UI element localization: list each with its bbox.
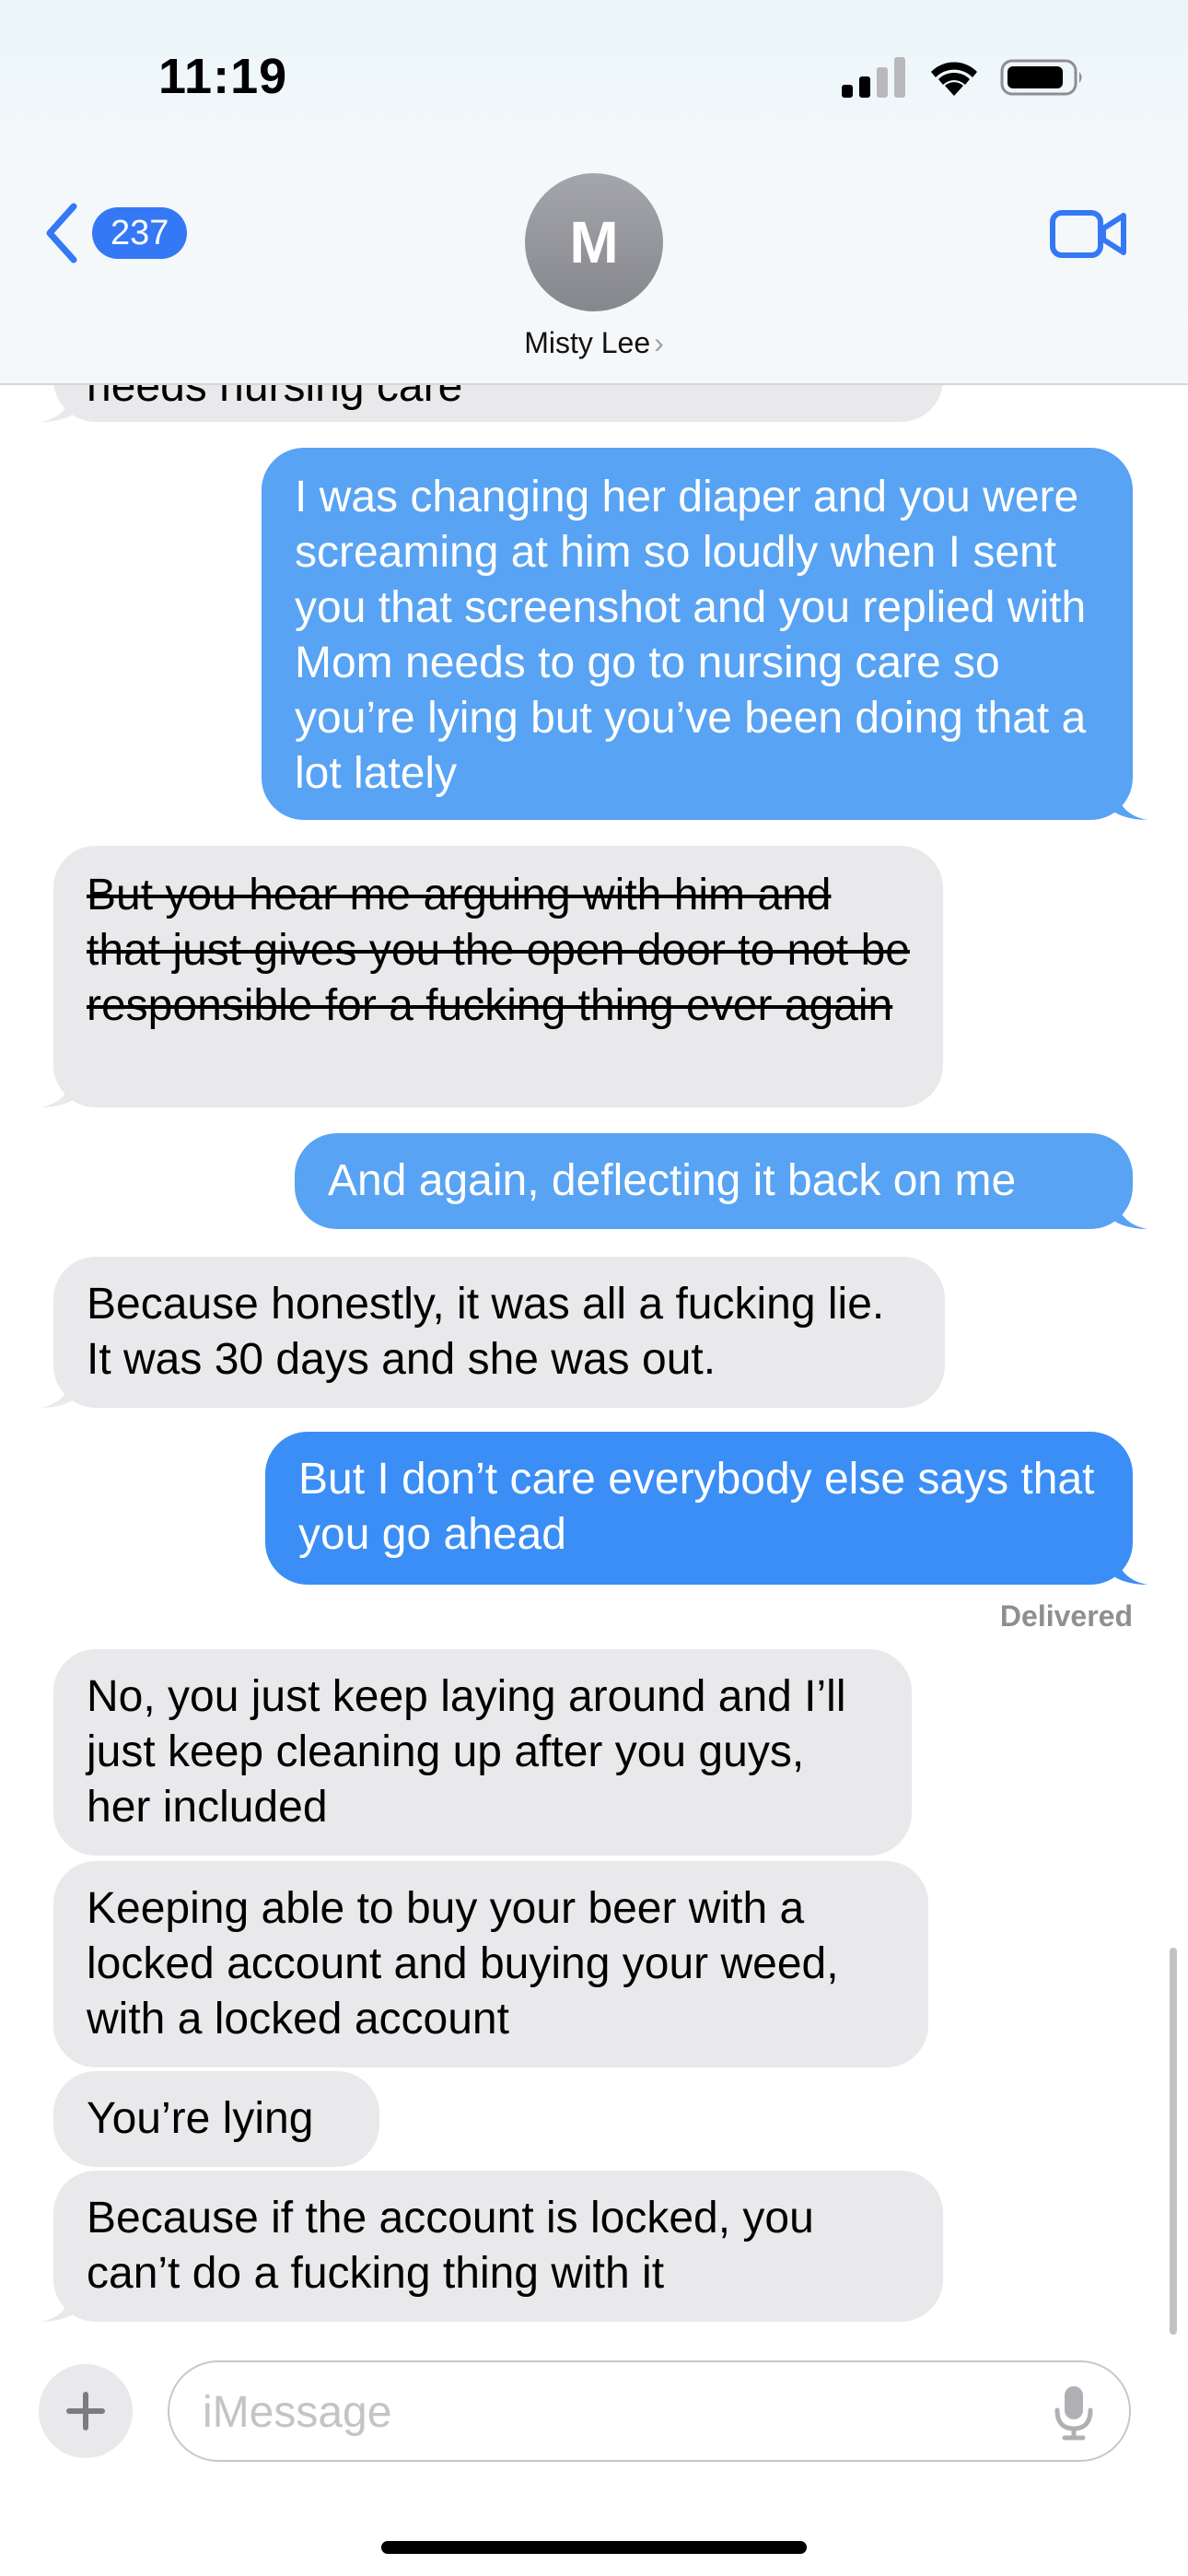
received-message[interactable]: No, you just keep laying around and I’ll…	[53, 1649, 912, 1856]
wifi-icon	[931, 62, 977, 96]
bubble-tail	[41, 2287, 76, 2322]
message-input-field[interactable]	[168, 2360, 1131, 2462]
status-icons	[842, 57, 1085, 98]
chevron-right-icon: ›	[654, 326, 664, 359]
back-button[interactable]: 237	[42, 203, 188, 263]
bubble-tail	[41, 387, 76, 422]
avatar[interactable]: M	[525, 173, 663, 311]
video-camera-icon	[1050, 210, 1126, 258]
bubble-tail	[41, 1373, 76, 1408]
microphone-icon[interactable]	[1054, 2384, 1094, 2441]
bubble-tail	[1112, 1550, 1147, 1585]
received-message[interactable]: Because honestly, it was all a fucking l…	[53, 1257, 945, 1408]
sent-message[interactable]: I was changing her diaper and you were s…	[262, 448, 1133, 820]
home-indicator[interactable]	[381, 2541, 807, 2554]
received-message[interactable]: Because if the account is locked, you ca…	[53, 2171, 943, 2322]
scrollbar[interactable]	[1170, 1948, 1177, 2335]
contact-name-label: Misty Lee	[524, 326, 651, 359]
battery-icon	[1000, 59, 1082, 96]
received-message-unsent[interactable]: But you hear me arguing with him and tha…	[53, 846, 943, 1107]
sent-message[interactable]: But I don’t care everybody else says tha…	[265, 1432, 1133, 1585]
bubble-tail	[1112, 1194, 1147, 1229]
status-time: 11:19	[158, 49, 288, 104]
delivered-status: Delivered	[999, 1599, 1133, 1633]
signal-icon	[842, 57, 905, 98]
message-input[interactable]	[203, 2383, 1031, 2441]
conversation-header: 11:19 237 M Misty Lee ›	[0, 0, 1188, 385]
chevron-left-icon	[46, 203, 77, 263]
bubble-tail	[41, 1072, 76, 1107]
received-message[interactable]: You’re lying	[53, 2071, 379, 2167]
apps-plus-button[interactable]	[39, 2364, 133, 2458]
contact-name[interactable]: Misty Lee ›	[0, 326, 1188, 360]
facetime-video-button[interactable]	[1050, 208, 1127, 264]
bubble-tail	[1112, 785, 1147, 820]
plus-icon	[66, 2392, 105, 2430]
received-message[interactable]: Keeping able to buy your beer with a loc…	[53, 1861, 928, 2067]
unread-count-badge: 237	[92, 207, 188, 259]
sent-message[interactable]: And again, deflecting it back on me	[295, 1133, 1133, 1229]
